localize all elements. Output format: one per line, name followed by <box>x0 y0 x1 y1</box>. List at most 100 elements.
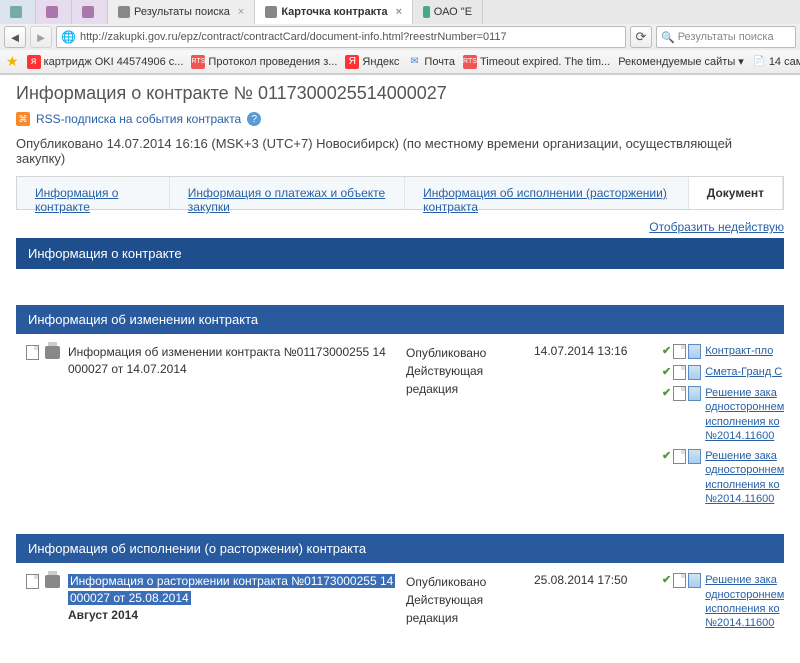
content-tabs: Информация о контракте Информация о плат… <box>16 176 784 210</box>
bookmark-label: Почта <box>424 56 455 68</box>
entry-subtitle: Август 2014 <box>68 608 138 622</box>
bookmark-label: Протокол проведения з... <box>208 56 337 68</box>
document-link[interactable]: Решение закаодностороннемисполнения ко№2… <box>705 386 784 443</box>
document-item: ✔ Решение закаодностороннемисполнения ко… <box>662 386 792 443</box>
browser-chrome: Результаты поиска × Карточка контракта× О… <box>0 0 800 75</box>
show-invalid-row: Отобразить недействую <box>16 220 784 234</box>
status-published: Опубликовано <box>406 344 526 362</box>
entry-title: Информация о расторжении контракта №0117… <box>68 573 398 623</box>
document-link[interactable]: Решение закаодностороннемисполнения ко№2… <box>705 449 784 506</box>
browser-tab[interactable]: Результаты поиска × <box>108 0 255 24</box>
entry-title-highlighted: 000027 от 25.08.2014 <box>68 591 191 605</box>
page-blue-icon[interactable] <box>688 386 701 401</box>
page-title: Информация о контракте № 011730002551400… <box>16 83 784 104</box>
tab-contract-info[interactable]: Информация о контракте <box>17 177 170 209</box>
browser-tab[interactable] <box>72 0 108 24</box>
rts-icon: RTS <box>191 55 205 69</box>
url-text: http://zakupki.gov.ru/epz/contract/contr… <box>80 31 507 43</box>
entry-row: Информация о расторжении контракта №0117… <box>16 563 784 646</box>
status-current: Действующая редакция <box>406 591 526 627</box>
section-change-header: Информация об изменении контракта <box>16 305 784 334</box>
page-icon[interactable] <box>673 365 686 380</box>
document-icon[interactable] <box>24 344 40 360</box>
back-button[interactable]: ◄ <box>4 26 26 48</box>
help-icon[interactable]: ? <box>247 112 261 126</box>
page-icon[interactable] <box>673 573 686 588</box>
document-link[interactable]: Решение закаодностороннемисполнения ко№2… <box>705 573 784 630</box>
page-blue-icon[interactable] <box>688 573 701 588</box>
print-icon[interactable] <box>44 573 60 589</box>
entry-action-icons <box>24 573 60 589</box>
entry-title-line2: 000027 от 14.07.2014 <box>68 362 187 376</box>
bookmark-item[interactable]: якартридж OKI 44574906 с... <box>27 55 184 69</box>
page-blue-icon[interactable] <box>688 449 701 464</box>
bookmark-item[interactable]: ✉Почта <box>407 55 455 69</box>
check-icon: ✔ <box>662 365 671 380</box>
entry-title-highlighted: Информация о расторжении контракта №0117… <box>68 574 395 588</box>
bookmark-label: 14 самых богатых зв... <box>769 56 800 68</box>
bookmark-label: Рекомендуемые сайты ▾ <box>618 55 744 68</box>
section-contract-info-header: Информация о контракте <box>16 238 784 269</box>
search-icon: 🔍 <box>661 31 675 44</box>
entry-row: Информация об изменении контракта №01173… <box>16 334 784 522</box>
close-icon[interactable]: × <box>396 6 402 18</box>
page-icon[interactable] <box>673 344 686 359</box>
show-invalid-link[interactable]: Отобразить недействую <box>649 220 784 234</box>
yandex-icon: я <box>27 55 41 69</box>
page-blue-icon[interactable] <box>688 365 701 380</box>
yandex-icon: Я <box>345 55 359 69</box>
rts-icon: RTS <box>463 55 477 69</box>
page-icon[interactable] <box>673 449 686 464</box>
forward-button[interactable]: ► <box>30 26 52 48</box>
status-published: Опубликовано <box>406 573 526 591</box>
status-current: Действующая редакция <box>406 362 526 398</box>
refresh-button[interactable]: ⟳ <box>630 26 652 48</box>
close-icon[interactable]: × <box>238 6 244 18</box>
browser-tab[interactable]: ОАО "Е <box>413 0 483 24</box>
document-link[interactable]: Контракт-пло <box>705 344 773 359</box>
document-item: ✔ Контракт-пло <box>662 344 792 359</box>
browser-tab-active[interactable]: Карточка контракта× <box>255 0 413 24</box>
url-bar[interactable]: 🌐 http://zakupki.gov.ru/epz/contract/con… <box>56 26 626 48</box>
entry-action-icons <box>24 344 60 360</box>
tab-payments[interactable]: Информация о платежах и объекте закупки <box>170 177 405 209</box>
document-icon[interactable] <box>24 573 40 589</box>
bookmark-item[interactable]: RTSTimeout expired. The tim... <box>463 55 610 69</box>
document-link[interactable]: Смета-Гранд С <box>705 365 782 380</box>
bookmark-item[interactable]: RTSПротокол проведения з... <box>191 55 337 69</box>
bookmark-item[interactable]: 📄14 самых богатых зв... <box>752 55 800 69</box>
bookmark-label: Timeout expired. The tim... <box>480 56 610 68</box>
document-item: ✔ Смета-Гранд С <box>662 365 792 380</box>
page-icon[interactable] <box>673 386 686 401</box>
rss-subscribe: ⌘ RSS-подписка на события контракта ? <box>16 112 784 126</box>
entry-status: Опубликовано Действующая редакция <box>406 573 526 627</box>
published-text: Опубликовано 14.07.2014 16:16 (MSK+3 (UT… <box>16 136 784 166</box>
entry-date: 25.08.2014 17:50 <box>534 573 654 587</box>
browser-tab[interactable] <box>36 0 72 24</box>
entry-title-line1: Информация об изменении контракта №01173… <box>68 345 386 359</box>
search-text: Результаты поиска <box>678 31 774 43</box>
mail-icon: ✉ <box>407 55 421 69</box>
rss-icon: ⌘ <box>16 112 30 126</box>
entry-status: Опубликовано Действующая редакция <box>406 344 526 398</box>
print-icon[interactable] <box>44 344 60 360</box>
tab-label: Результаты поиска <box>134 6 230 18</box>
entry-title: Информация об изменении контракта №01173… <box>68 344 398 378</box>
search-box[interactable]: 🔍 Результаты поиска <box>656 26 796 48</box>
tab-documents[interactable]: Документ <box>689 177 783 209</box>
page-icon: 📄 <box>752 55 766 69</box>
favorites-button[interactable]: ★ <box>6 53 19 70</box>
tab-execution[interactable]: Информация об исполнении (расторжении) к… <box>405 177 689 209</box>
nav-toolbar: ◄ ► 🌐 http://zakupki.gov.ru/epz/contract… <box>0 24 800 50</box>
bookmark-item[interactable]: ЯЯндекс <box>345 55 399 69</box>
document-item: ✔ Решение закаодностороннемисполнения ко… <box>662 449 792 506</box>
bookmark-label: Яндекс <box>362 56 399 68</box>
rss-link[interactable]: RSS-подписка на события контракта <box>36 112 241 126</box>
page-blue-icon[interactable] <box>688 344 701 359</box>
browser-tab[interactable] <box>0 0 36 24</box>
bookmarks-bar: ★ якартридж OKI 44574906 с... RTSПротоко… <box>0 50 800 74</box>
bookmark-item[interactable]: Рекомендуемые сайты ▾ <box>618 55 744 68</box>
check-icon: ✔ <box>662 386 671 443</box>
check-icon: ✔ <box>662 573 671 630</box>
globe-icon: 🌐 <box>61 30 76 44</box>
